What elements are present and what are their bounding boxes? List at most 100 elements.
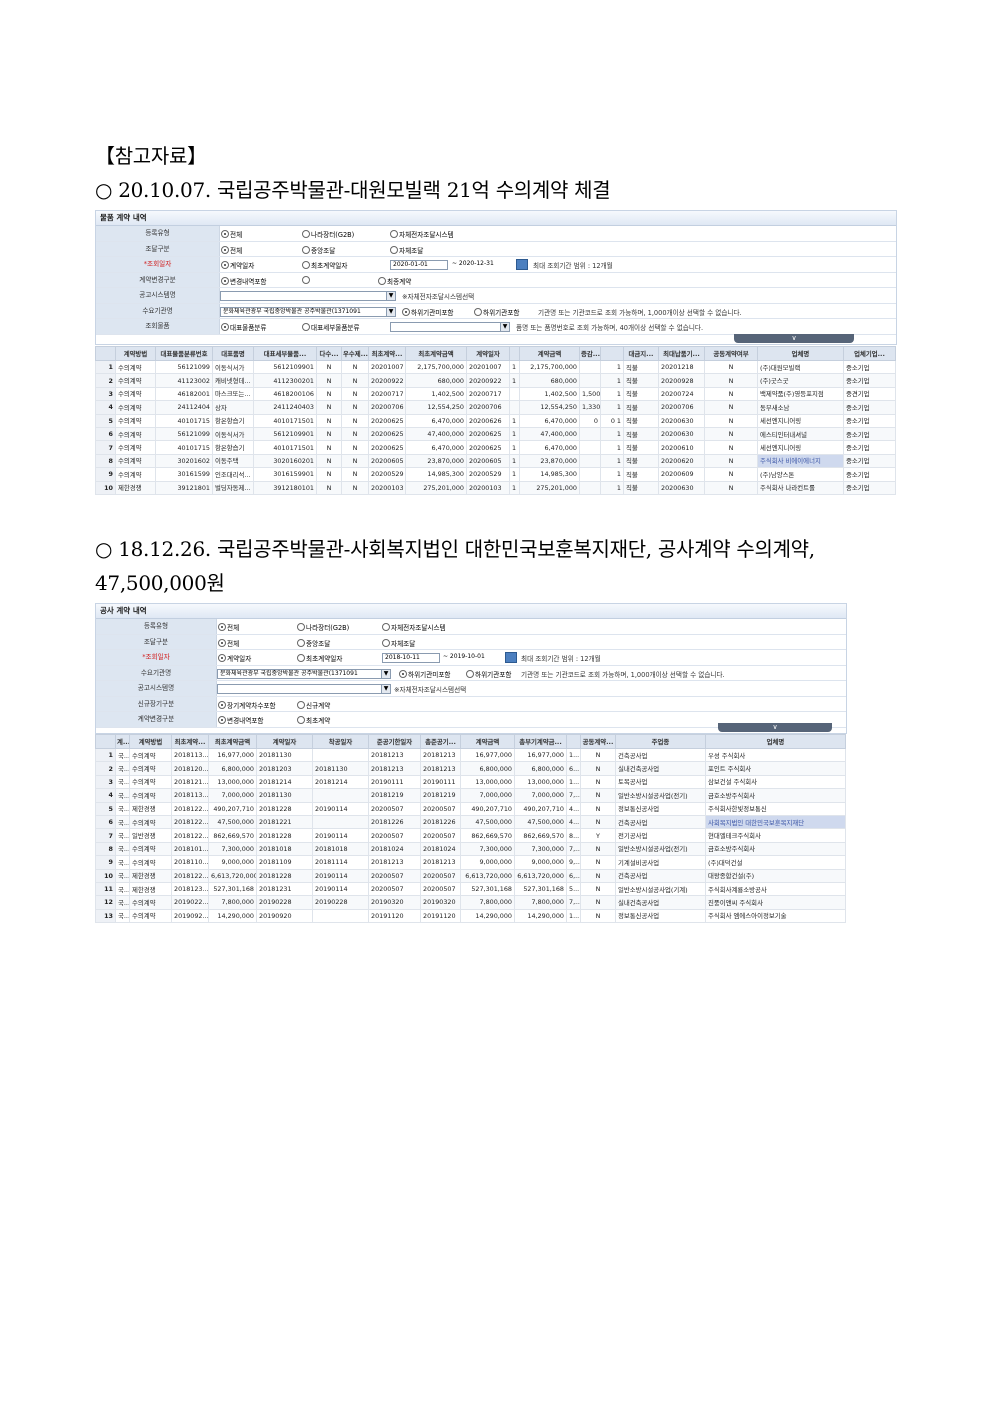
column-header[interactable]: 총부기계약금...	[514, 734, 567, 749]
date-to-input[interactable]: ~ 2019-10-01	[441, 653, 503, 661]
column-header[interactable]: 공동계약...	[580, 734, 616, 749]
column-header[interactable]: 최초계약금액	[405, 346, 467, 361]
table-row[interactable]: 12 국... 수의계약 2019022... 7,800,000 20190228 201…	[95, 895, 846, 910]
table-row[interactable]: 10 제한경쟁 39121801 벌딩자동제... 3912180101 N N 202001…	[95, 480, 896, 495]
column-header[interactable]: 업체명	[757, 346, 844, 361]
table-row[interactable]: 7 수의계약 40101715 항온항습기 4010171501 N N 20200625 6,…	[95, 440, 896, 455]
column-header[interactable]: 최초계약금액	[208, 734, 257, 749]
radio-self[interactable]: 자체조달	[382, 638, 415, 648]
table-row[interactable]: 4 국... 수의계약 2018113... 7,000,000 20181130 2018…	[95, 788, 846, 803]
radio-rep-class[interactable]: 대표물품분류	[221, 322, 266, 332]
column-header[interactable]: 총준공기...	[420, 734, 461, 749]
column-header[interactable]: 공동계약여부	[704, 346, 758, 361]
radio-sub-org[interactable]: 하위기관포함	[466, 669, 511, 679]
table-row[interactable]: 2 국... 수의계약 2018120... 6,800,000 20181203 2018…	[95, 761, 846, 776]
column-header[interactable]: 계...	[115, 734, 130, 749]
column-header[interactable]: 대금지...	[623, 346, 659, 361]
radio-incl-change[interactable]: 변경내역포함	[221, 276, 266, 286]
radio-contract-date[interactable]: 계약일자	[218, 653, 251, 663]
radio-all[interactable]: 전체	[221, 245, 242, 255]
notice-sys-select[interactable]: ▼	[220, 291, 396, 301]
column-header[interactable]: 준공기한일자	[368, 734, 421, 749]
column-header[interactable]: 계약일자	[256, 734, 313, 749]
column-header[interactable]: 착공일자	[312, 734, 369, 749]
radio-long-term[interactable]: 장기계약차수포함	[218, 700, 276, 710]
notice-sys-select[interactable]: ▼	[217, 684, 391, 694]
radio-self-sys[interactable]: 자체전자조달시스템	[390, 229, 454, 239]
column-header[interactable]: 계약방법	[129, 734, 172, 749]
radio-incl-sub-org[interactable]: 하위기관미포함	[402, 307, 453, 317]
column-header[interactable]: 대표품명	[212, 346, 254, 361]
radio-sub-class[interactable]: 대표세부물품분류	[302, 322, 360, 332]
radio-new-contract[interactable]: 신규계약	[297, 700, 330, 710]
column-header[interactable]: 최초계약...	[368, 346, 406, 361]
collapse-toggle[interactable]: ∨	[718, 723, 832, 732]
radio-self-sys[interactable]: 자체전자조달시스템	[382, 622, 446, 632]
column-header[interactable]: 다수...	[316, 346, 342, 361]
radio-incl-sub-org[interactable]: 하위기관미포함	[399, 669, 450, 679]
radio-incl-change[interactable]: 변경내역포함	[218, 715, 263, 725]
radio-contract-date[interactable]: 계약일자	[221, 260, 254, 270]
radio-dummy[interactable]	[302, 275, 311, 285]
radio-central[interactable]: 중앙조달	[297, 638, 330, 648]
radio-all[interactable]: 전체	[218, 622, 239, 632]
date-from-input[interactable]: 2018-10-11	[382, 653, 440, 663]
table-row[interactable]: 13 국... 수의계약 2019092... 14,290,000 20190920 20…	[95, 908, 846, 924]
table-row[interactable]: 3 수의계약 46182001 마스크또는... 4618200106 N N 2020071…	[95, 386, 896, 402]
column-header[interactable]: 주업종	[615, 734, 706, 749]
table-row[interactable]: 5 수의계약 40101715 항온항습기 4010171501 N N 20200625 6,…	[95, 413, 896, 428]
column-header[interactable]: 최대납품기...	[658, 346, 705, 361]
date-to-input[interactable]: ~ 2020-12-31	[450, 260, 512, 268]
table-row[interactable]: 1 국... 수의계약 2018113... 16,977,000 20181130 201…	[95, 747, 846, 763]
column-header[interactable]: 대표물품분류번호	[155, 346, 213, 361]
table-row[interactable]: 7 국... 일반경쟁 2018122... 862,669,570 20181228 20…	[95, 828, 846, 843]
column-header[interactable]	[95, 346, 116, 361]
table-row[interactable]: 8 수의계약 30201602 이동주택 3020160201 N N 20200605 23,…	[95, 453, 896, 469]
radio-first-contract[interactable]: 최초계약	[297, 715, 330, 725]
radio-final-contract[interactable]: 최종계약	[378, 276, 411, 286]
demand-org-select[interactable]: 문화체육관광부 국립중앙박물관 공주박물관(1371091 ▼	[217, 668, 391, 679]
column-header[interactable]: 최초계약...	[171, 734, 209, 749]
column-header[interactable]: 계약금액	[460, 734, 515, 749]
radio-self[interactable]: 자체조달	[390, 245, 423, 255]
table-row[interactable]: 2 수의계약 41123002 캐비넷형데... 4112300201 N N 2020092…	[95, 373, 896, 388]
radio-first-contract-date[interactable]: 최초계약일자	[302, 260, 347, 270]
column-header[interactable]: 대표세부물품...	[253, 346, 317, 361]
column-header[interactable]: 업체기업...	[843, 346, 896, 361]
column-header[interactable]: 업체명	[705, 734, 846, 749]
column-header[interactable]: 우수제...	[341, 346, 369, 361]
radio-all[interactable]: 전체	[218, 638, 239, 648]
table-row[interactable]: 11 국... 제한경쟁 2018123... 527,301,168 20181231 2…	[95, 881, 846, 897]
table-row[interactable]: 8 국... 수의계약 2018101... 7,300,000 20181018 2018…	[95, 841, 846, 857]
radio-sub-org[interactable]: 하위기관포함	[474, 307, 519, 317]
table-row[interactable]: 10 국... 제한경쟁 2018122... 6,613,720,000 2018122…	[95, 868, 846, 883]
radio-g2b[interactable]: 나라장터(G2B)	[302, 229, 354, 239]
column-header[interactable]: 계약금액	[519, 346, 580, 361]
table-row[interactable]: 6 수의계약 56121099 이동식서가 5612109901 N N 20200625 47…	[95, 426, 896, 442]
table-row[interactable]: 5 국... 제한경쟁 2018122... 490,207,710 20181228 20…	[95, 801, 846, 816]
column-header[interactable]: 계약방법	[115, 346, 156, 361]
table-cell: 7,800,000	[208, 895, 257, 910]
calendar-icon[interactable]	[516, 259, 528, 270]
table-row[interactable]: 9 국... 수의계약 2018110... 9,000,000 20181109 2018…	[95, 855, 846, 870]
radio-first-contract-date[interactable]: 최초계약일자	[297, 653, 342, 663]
table-row[interactable]: 3 국... 수의계약 2018121... 13,000,000 20181214 201…	[95, 774, 846, 790]
column-header[interactable]	[566, 734, 581, 749]
date-from-input[interactable]: 2020-01-01	[390, 260, 448, 270]
table-row[interactable]: 4 수의계약 24112404 상자 2411240403 N N 20200706 12,55…	[95, 400, 896, 415]
table-row[interactable]: 6 국... 수의계약 2018122... 47,500,000 20181221 201…	[95, 814, 846, 830]
goods-select[interactable]: ▼	[390, 322, 510, 332]
column-header[interactable]: 증감...	[579, 346, 601, 361]
radio-g2b[interactable]: 나라장터(G2B)	[297, 622, 349, 632]
radio-central[interactable]: 중앙조달	[302, 245, 335, 255]
column-header[interactable]	[600, 346, 624, 361]
column-header[interactable]	[509, 346, 520, 361]
column-header[interactable]	[95, 734, 116, 749]
demand-org-select[interactable]: 문화체육관광부 국립중앙박물관 공주박물관(1371091 ▼	[220, 306, 396, 317]
collapse-toggle[interactable]: ∨	[734, 334, 854, 343]
table-row[interactable]: 9 수의계약 30161599 인조대리석... 3016159901 N N 2020052…	[95, 467, 896, 482]
calendar-icon[interactable]	[505, 652, 517, 663]
column-header[interactable]: 계약일자	[466, 346, 510, 361]
radio-all[interactable]: 전체	[221, 229, 242, 239]
table-row[interactable]: 1 수의계약 56121099 이동식서가 5612109901 N N 20201007 2,…	[95, 359, 896, 375]
